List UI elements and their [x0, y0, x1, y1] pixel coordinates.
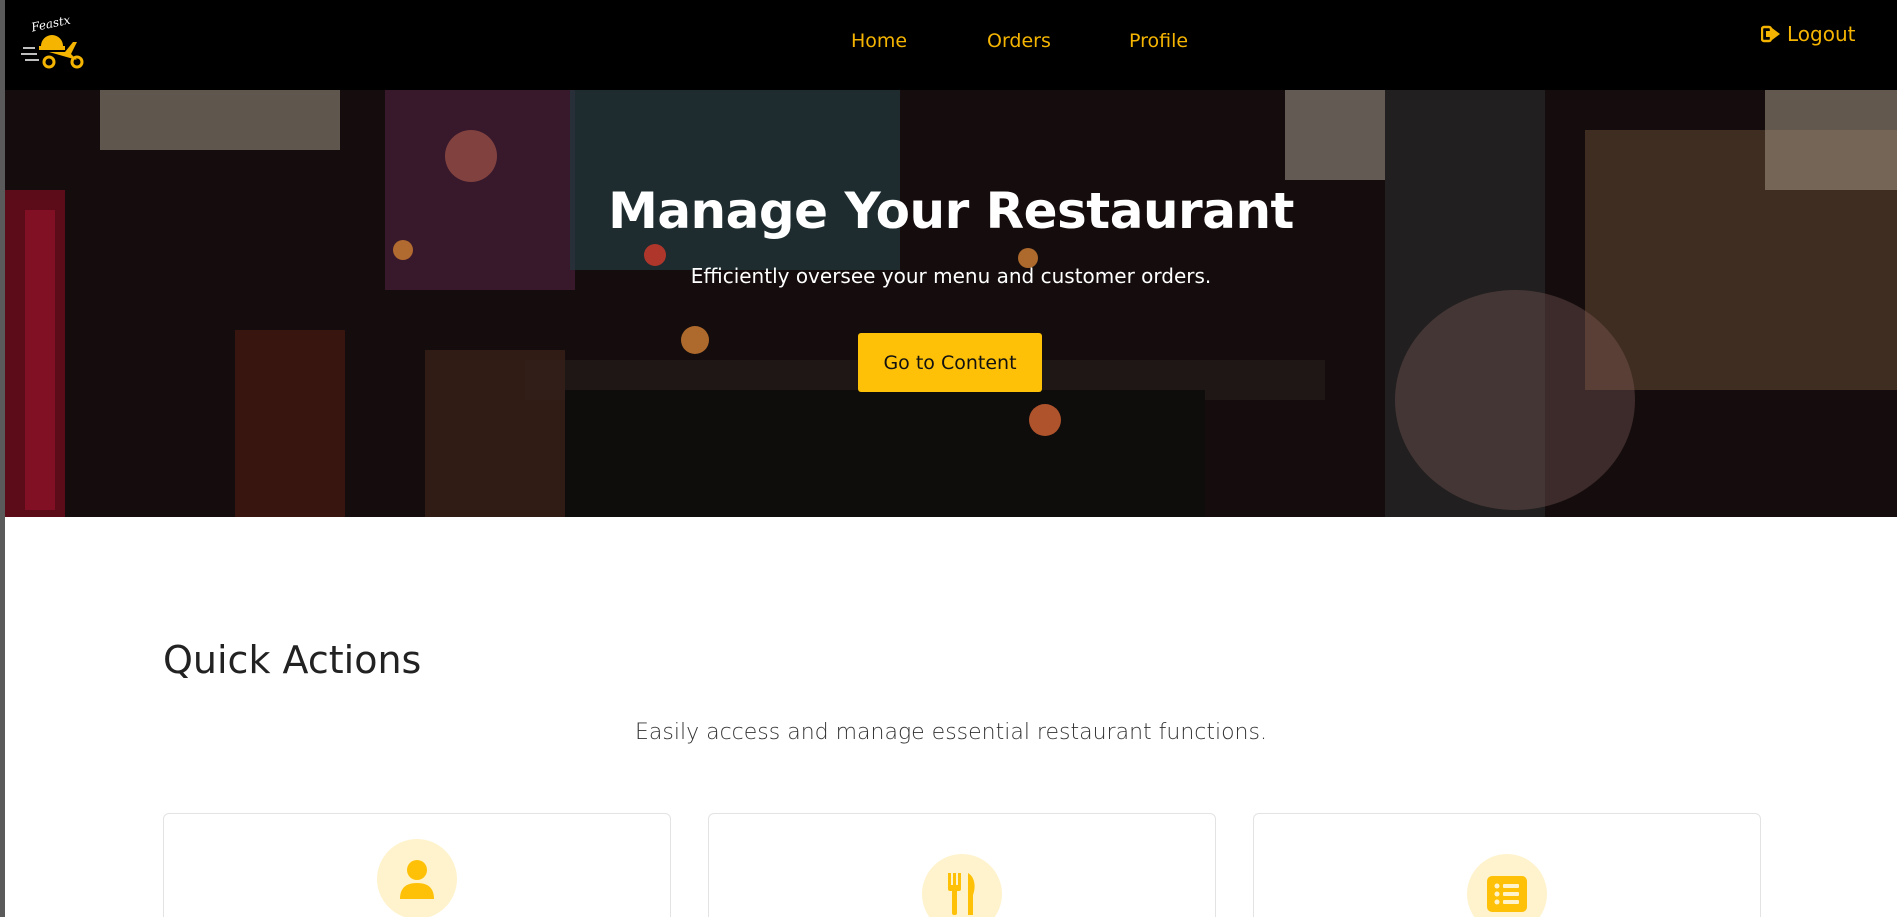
- logout-button[interactable]: Logout: [1761, 22, 1855, 46]
- user-icon: [400, 860, 434, 899]
- quick-action-card-profile[interactable]: [163, 813, 671, 917]
- icon-badge: [922, 854, 1002, 917]
- list-icon: [1487, 876, 1527, 912]
- quick-actions-subtitle: Easily access and manage essential resta…: [635, 720, 1267, 745]
- nav-links: Home Orders Profile: [5, 30, 1897, 60]
- hero-subtitle: Efficiently oversee your menu and custom…: [690, 264, 1212, 288]
- quick-action-card-orders[interactable]: [1253, 813, 1761, 917]
- quick-action-card-menu[interactable]: [708, 813, 1216, 917]
- quick-actions-title: Quick Actions: [163, 638, 422, 682]
- nav-home[interactable]: Home: [851, 30, 907, 52]
- icon-badge: [1467, 854, 1547, 917]
- go-to-content-button[interactable]: Go to Content: [858, 333, 1042, 392]
- navbar: Feastx Home Orders Profile Logout: [5, 0, 1897, 90]
- nav-orders[interactable]: Orders: [987, 30, 1051, 52]
- logout-label: Logout: [1787, 22, 1856, 46]
- icon-badge: [377, 839, 457, 917]
- utensils-icon: [948, 873, 975, 915]
- hero-banner: Manage Your Restaurant Efficiently overs…: [5, 90, 1897, 517]
- page: Feastx Home Orders Profile Logout Manage…: [5, 0, 1897, 917]
- hero-title: Manage Your Restaurant: [608, 182, 1294, 240]
- restaurant-photo: [5, 90, 1897, 517]
- nav-profile[interactable]: Profile: [1129, 30, 1188, 52]
- sign-out-icon: [1761, 25, 1780, 43]
